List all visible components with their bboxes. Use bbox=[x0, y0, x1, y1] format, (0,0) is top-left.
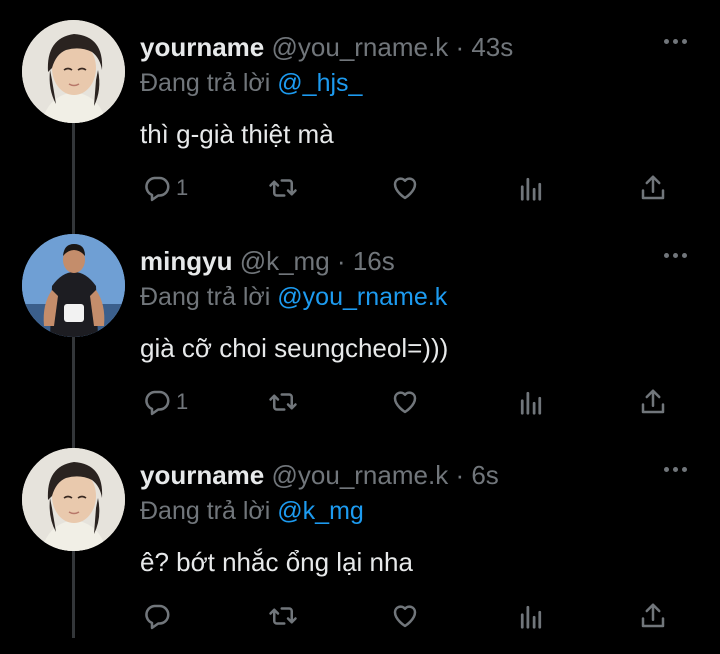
reply-context: Đang trả lời @you_rname.k bbox=[140, 283, 447, 312]
tweet-text: thì g-già thiệt mà bbox=[140, 119, 334, 149]
separator: · bbox=[455, 32, 465, 62]
retweet-icon bbox=[269, 393, 297, 411]
user-handle[interactable]: @k_mg bbox=[240, 246, 330, 276]
views-button[interactable] bbox=[516, 598, 546, 634]
tweet-header: yourname @you_rname.k · 43s bbox=[140, 32, 513, 63]
reply-mention-link[interactable]: @you_rname.k bbox=[277, 283, 447, 311]
timestamp[interactable]: 43s bbox=[471, 32, 513, 62]
like-icon bbox=[393, 177, 417, 200]
reply-icon bbox=[145, 390, 170, 416]
display-name[interactable]: mingyu bbox=[140, 246, 232, 276]
share-icon bbox=[641, 389, 665, 414]
separator: · bbox=[455, 460, 465, 490]
retweet-button[interactable] bbox=[268, 598, 298, 634]
more-options-icon[interactable] bbox=[664, 464, 692, 476]
views-button[interactable] bbox=[516, 384, 546, 420]
reply-button[interactable] bbox=[142, 598, 176, 634]
reply-prefix: Đang trả lời bbox=[140, 497, 271, 525]
retweet-button[interactable] bbox=[268, 384, 298, 420]
display-name[interactable]: yourname bbox=[140, 32, 264, 62]
tweet-text: già cỡ choi seungcheol=))) bbox=[140, 333, 449, 363]
share-icon bbox=[641, 603, 665, 628]
tweet-text: ê? bớt nhắc ổng lại nha bbox=[140, 547, 413, 577]
reply-count: 1 bbox=[176, 175, 189, 200]
tweet-actions: 1 bbox=[140, 170, 680, 206]
reply-count: 1 bbox=[176, 389, 189, 414]
avatar[interactable] bbox=[22, 20, 125, 123]
tweet-actions bbox=[140, 598, 680, 634]
avatar[interactable] bbox=[22, 448, 125, 551]
views-button[interactable] bbox=[516, 170, 546, 206]
views-icon bbox=[520, 177, 542, 201]
reply-context: Đang trả lời @k_mg bbox=[140, 497, 364, 526]
like-button[interactable] bbox=[390, 170, 420, 206]
more-options-icon[interactable] bbox=[664, 250, 692, 262]
views-icon bbox=[520, 605, 542, 629]
like-icon bbox=[393, 605, 417, 628]
timestamp[interactable]: 16s bbox=[353, 246, 395, 276]
display-name[interactable]: yourname bbox=[140, 460, 264, 490]
reply-button[interactable]: 1 bbox=[142, 384, 188, 420]
share-button[interactable] bbox=[638, 170, 668, 206]
retweet-icon bbox=[269, 607, 297, 625]
tweet[interactable]: yourname @you_rname.k · 6s Đang trả lời … bbox=[0, 448, 720, 642]
user-handle[interactable]: @you_rname.k bbox=[272, 460, 449, 490]
reply-button[interactable]: 1 bbox=[142, 170, 188, 206]
like-button[interactable] bbox=[390, 598, 420, 634]
reply-mention-link[interactable]: @k_mg bbox=[277, 497, 364, 525]
user-handle[interactable]: @you_rname.k bbox=[272, 32, 449, 62]
avatar[interactable] bbox=[22, 234, 125, 337]
tweet-header: mingyu @k_mg · 16s bbox=[140, 246, 395, 277]
tweet-header: yourname @you_rname.k · 6s bbox=[140, 460, 499, 491]
tweet-actions: 1 bbox=[140, 384, 680, 420]
retweet-button[interactable] bbox=[268, 170, 298, 206]
share-button[interactable] bbox=[638, 598, 668, 634]
separator: · bbox=[336, 246, 346, 276]
reply-prefix: Đang trả lời bbox=[140, 69, 271, 97]
like-icon bbox=[393, 391, 417, 414]
share-button[interactable] bbox=[638, 384, 668, 420]
like-button[interactable] bbox=[390, 384, 420, 420]
timestamp[interactable]: 6s bbox=[471, 460, 498, 490]
reply-prefix: Đang trả lời bbox=[140, 283, 271, 311]
reply-icon bbox=[145, 604, 170, 630]
tweet[interactable]: yourname @you_rname.k · 43s Đang trả lời… bbox=[0, 20, 720, 214]
views-icon bbox=[520, 391, 542, 415]
reply-mention-link[interactable]: @_hjs_ bbox=[277, 69, 362, 97]
reply-context: Đang trả lời @_hjs_ bbox=[140, 69, 362, 98]
more-options-icon[interactable] bbox=[664, 36, 692, 48]
share-icon bbox=[641, 175, 665, 200]
reply-icon bbox=[145, 176, 170, 202]
retweet-icon bbox=[269, 179, 297, 197]
tweet[interactable]: mingyu @k_mg · 16s Đang trả lời @you_rna… bbox=[0, 234, 720, 428]
